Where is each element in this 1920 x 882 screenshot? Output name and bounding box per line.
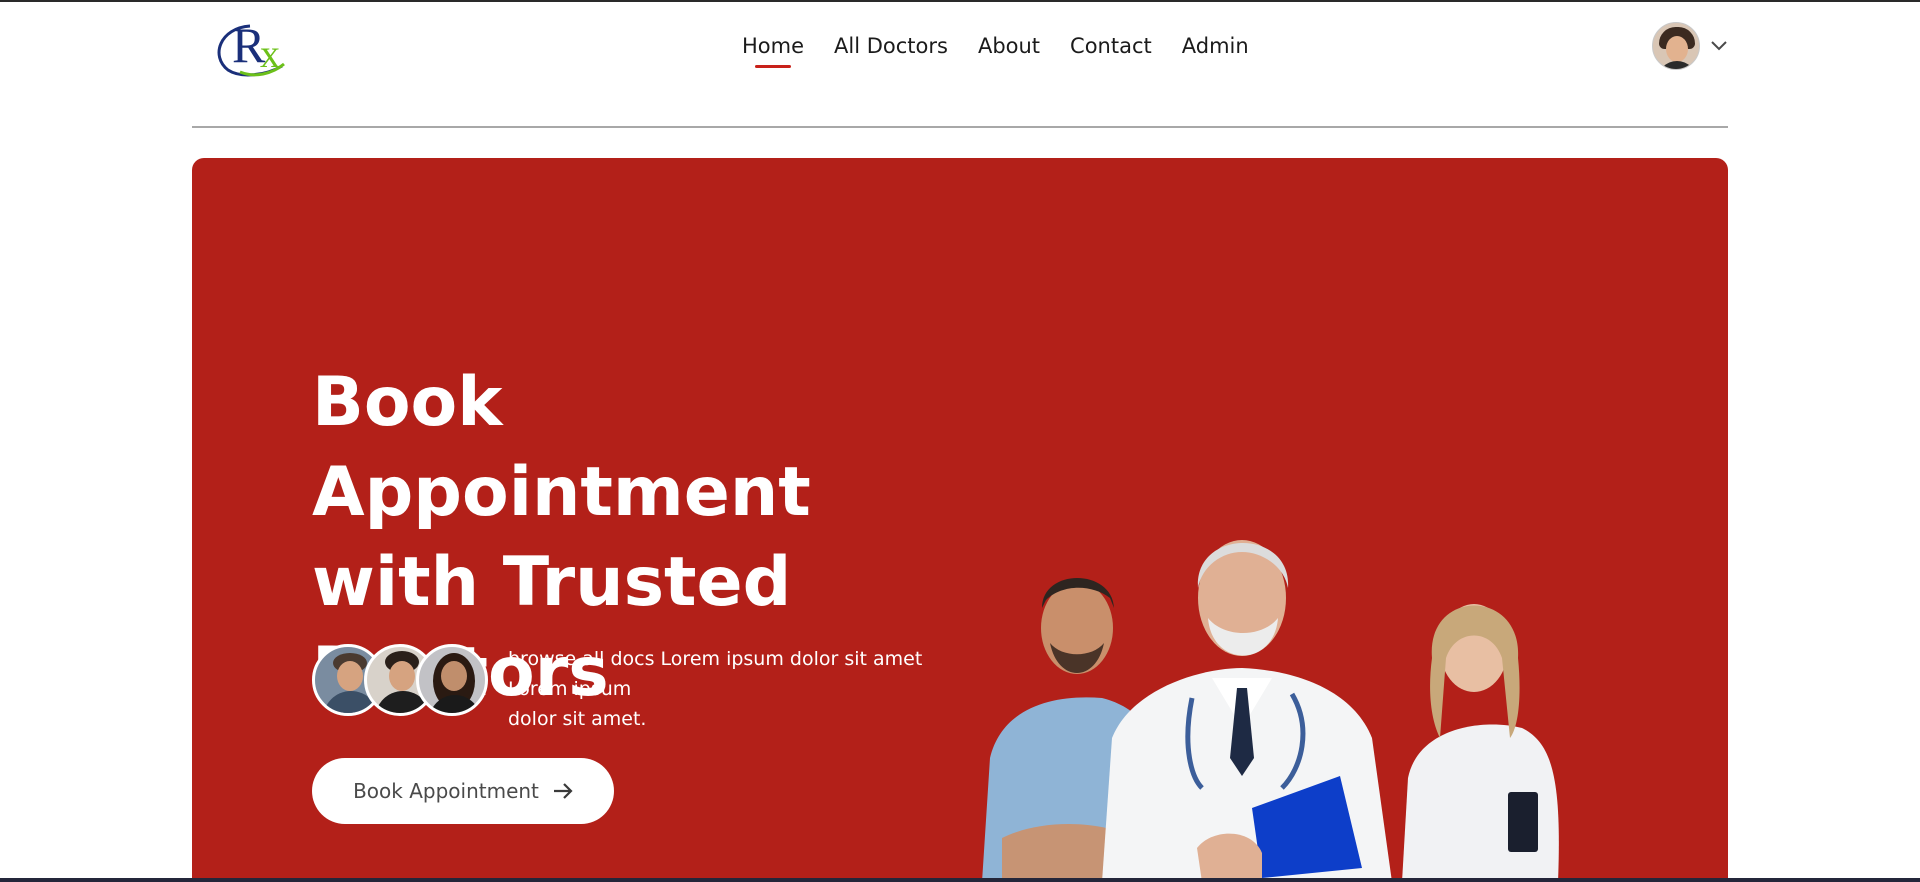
nav-home[interactable]: Home (742, 34, 804, 68)
hero-title-line-1: Book Appointment (312, 363, 811, 532)
user-avatar[interactable] (1652, 22, 1700, 70)
rx-logo[interactable]: R x (210, 14, 300, 84)
doctor-right-figure (1402, 604, 1559, 882)
main-nav: Home All Doctors About Contact Admin (742, 34, 1249, 68)
nav-admin[interactable]: Admin (1182, 34, 1249, 68)
nav-contact[interactable]: Contact (1070, 34, 1152, 68)
group-avatar-3 (416, 644, 488, 716)
arrow-right-icon (553, 783, 573, 799)
hero-description-line-2: dolor sit amet. (508, 708, 647, 730)
group-profiles-image (312, 644, 488, 716)
book-appointment-label: Book Appointment (353, 779, 539, 803)
hero-description: browse all docs Lorem ipsum dolor sit am… (508, 644, 978, 734)
hero-subtext-row: browse all docs Lorem ipsum dolor sit am… (312, 644, 978, 734)
nav-all-doctors[interactable]: All Doctors (834, 34, 948, 68)
doctors-group-image (982, 540, 1559, 882)
window-bottom-border (0, 878, 1920, 882)
navbar: R x Home All Doctors About Contact Admin (192, 2, 1728, 126)
hero-banner: Book Appointment with Trusted Doctors br… (192, 158, 1728, 882)
logo-letter-x: x (260, 31, 280, 76)
hero-title-line-2: with Trusted (312, 543, 792, 622)
profile-menu[interactable] (1652, 22, 1728, 70)
doctor-center-figure (1102, 540, 1392, 882)
header-divider (192, 126, 1728, 128)
nav-about[interactable]: About (978, 34, 1040, 68)
book-appointment-button[interactable]: Book Appointment (312, 758, 614, 824)
chevron-down-icon[interactable] (1710, 40, 1728, 52)
hero-description-line-1: browse all docs Lorem ipsum dolor sit am… (508, 648, 923, 700)
